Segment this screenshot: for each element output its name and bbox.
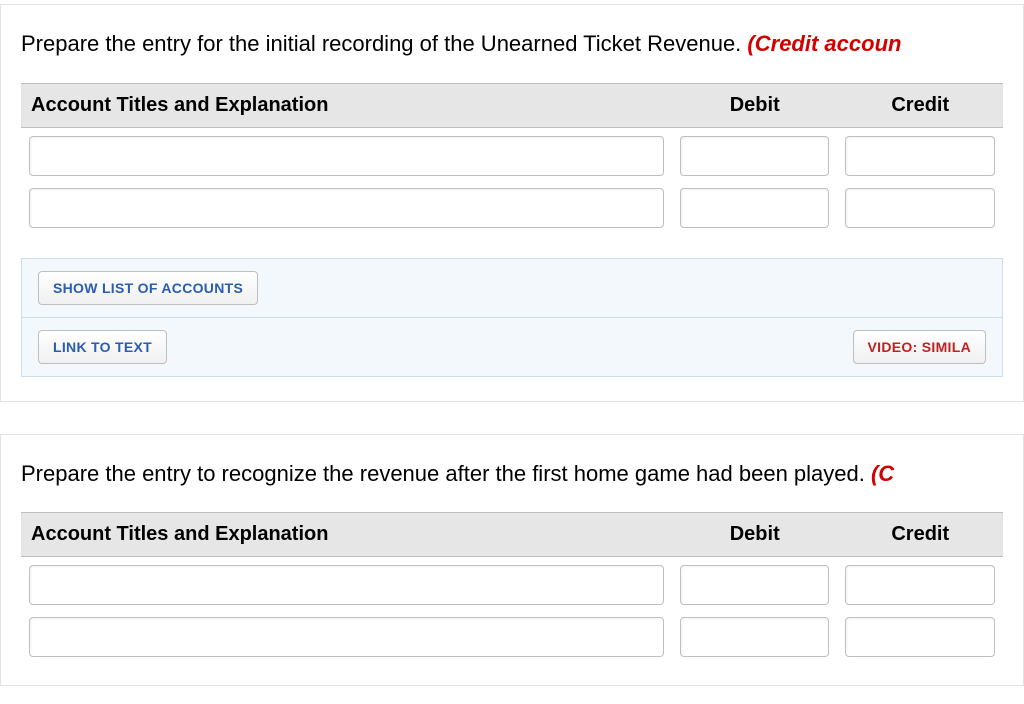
debit-input[interactable] [680,136,830,176]
prompt-2-hint: (C [871,461,894,486]
prompt-2-text: Prepare the entry to recognize the reven… [21,461,871,486]
credit-input[interactable] [845,617,995,657]
th-credit: Credit [837,513,1003,557]
table-row [21,557,1003,610]
video-similar-button[interactable]: VIDEO: SIMILA [853,330,986,364]
debit-input[interactable] [680,617,830,657]
prompt-2: Prepare the entry to recognize the reven… [21,459,1003,489]
th-account: Account Titles and Explanation [21,513,672,557]
journal-entry-table-1: Account Titles and Explanation Debit Cre… [21,83,1003,232]
prompt-1-text: Prepare the entry for the initial record… [21,31,747,56]
link-to-text-button[interactable]: LINK TO TEXT [38,330,167,364]
credit-input[interactable] [845,188,995,228]
debit-input[interactable] [680,188,830,228]
th-debit: Debit [672,83,838,127]
table-row [21,127,1003,180]
show-list-accounts-button[interactable]: SHOW LIST OF ACCOUNTS [38,271,258,305]
account-input[interactable] [29,565,664,605]
prompt-1: Prepare the entry for the initial record… [21,29,1003,59]
th-debit: Debit [672,513,838,557]
table-row [21,180,1003,232]
account-input[interactable] [29,136,664,176]
credit-input[interactable] [845,565,995,605]
th-account: Account Titles and Explanation [21,83,672,127]
journal-entry-section-1: Prepare the entry for the initial record… [0,4,1024,402]
help-box: SHOW LIST OF ACCOUNTS LINK TO TEXT VIDEO… [21,258,1003,377]
debit-input[interactable] [680,565,830,605]
account-input[interactable] [29,188,664,228]
table-row [21,609,1003,661]
journal-entry-section-2: Prepare the entry to recognize the reven… [0,434,1024,687]
th-credit: Credit [837,83,1003,127]
credit-input[interactable] [845,136,995,176]
account-input[interactable] [29,617,664,657]
journal-entry-table-2: Account Titles and Explanation Debit Cre… [21,512,1003,661]
prompt-1-hint: (Credit accoun [747,31,901,56]
